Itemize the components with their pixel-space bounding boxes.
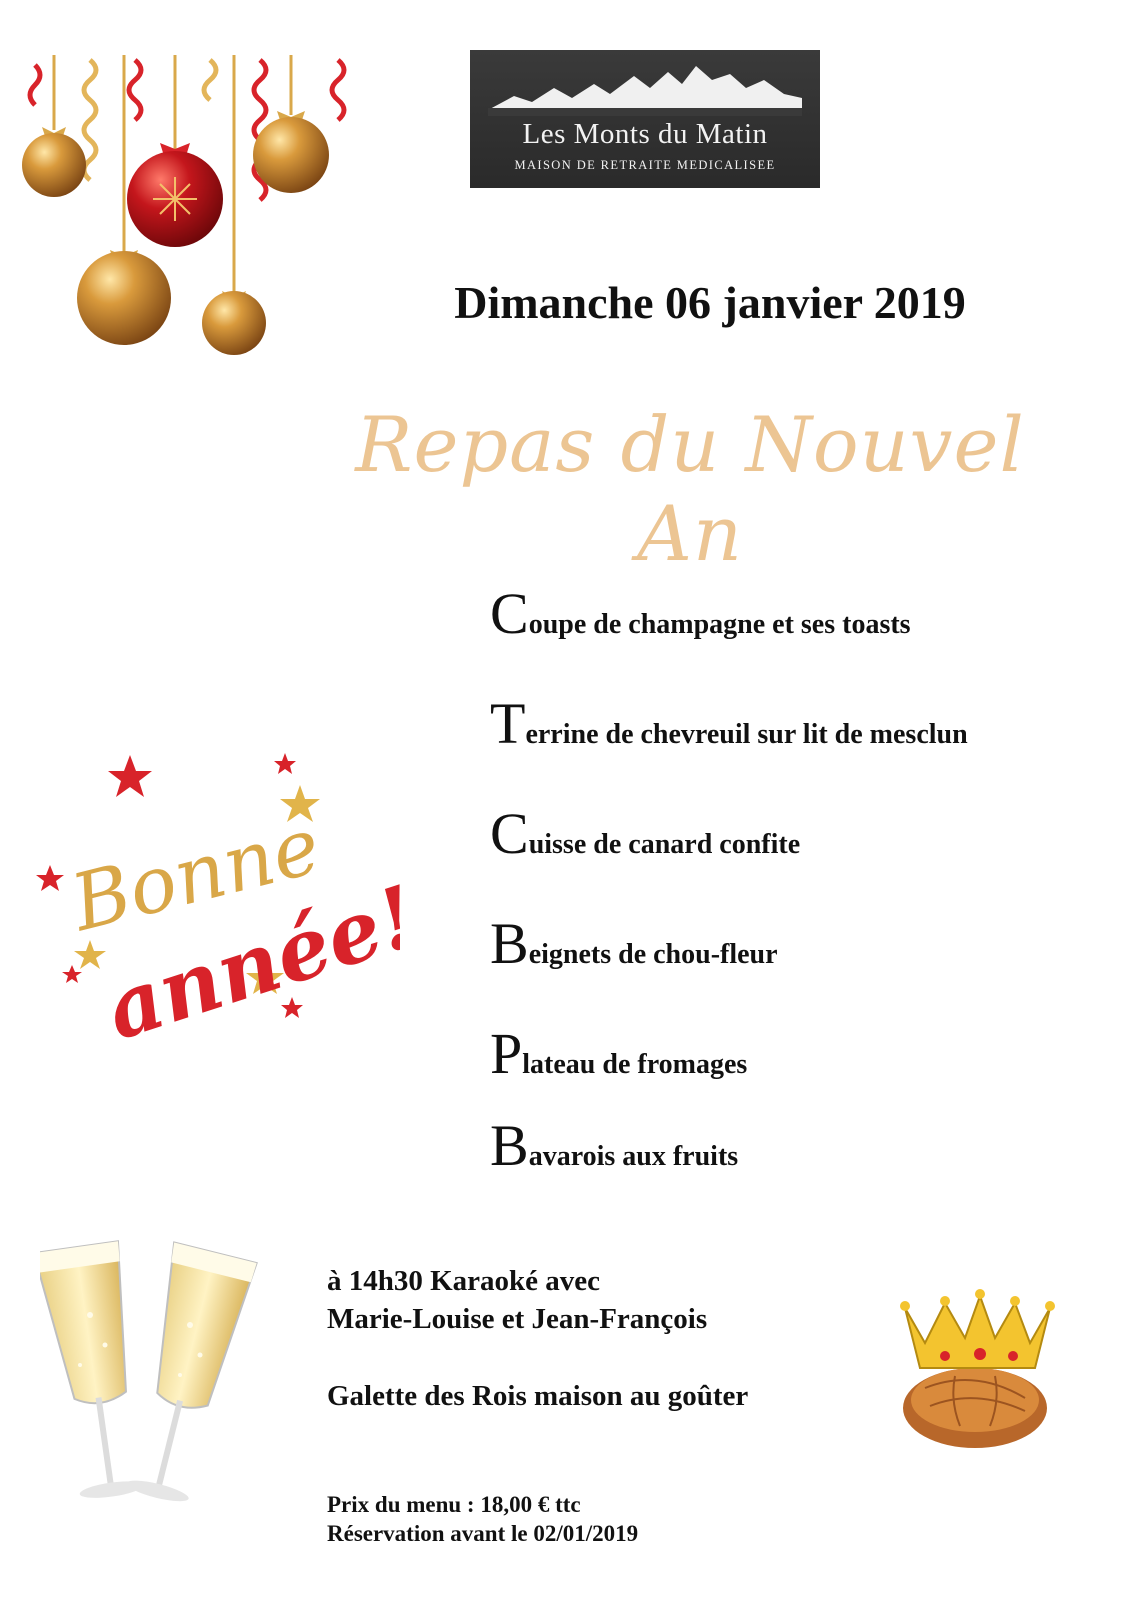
logo-subtitle: MAISON DE RETRAITE MEDICALISEE	[514, 158, 776, 172]
christmas-ornaments-illustration	[22, 55, 347, 355]
mountain-icon	[488, 66, 802, 116]
event-date: Dimanche 06 janvier 2019	[454, 277, 966, 328]
menu-item-initial: C	[490, 581, 529, 646]
menu-item-initial: P	[490, 1021, 523, 1086]
menu-item: Plateau de fromages	[490, 1020, 747, 1087]
footer-info: Prix du menu : 18,00 € ttc Réservation a…	[327, 1490, 638, 1548]
menu-item: Coupe de champagne et ses toasts	[490, 580, 911, 647]
menu-item-text: errine de chevreuil sur lit de mesclun	[525, 719, 968, 750]
menu-item-initial: B	[490, 1113, 529, 1178]
greeting-illustration: Bonne année!	[36, 753, 400, 1045]
menu-item-text: lateau de fromages	[522, 1049, 748, 1080]
menu-title: Repas du Nouvel An	[355, 400, 1025, 578]
menu-item-text: uisse de canard confite	[528, 829, 801, 860]
menu-item: Cuisse de canard confite	[490, 800, 800, 867]
galette-note: Galette des Rois maison au goûter	[327, 1380, 749, 1412]
menu-item-text: oupe de champagne et ses toasts	[528, 609, 911, 640]
menu-item-initial: C	[490, 801, 529, 866]
activity-info: à 14h30 Karaoké avec Marie-Louise et Jea…	[327, 1262, 707, 1338]
menu-item-initial: T	[490, 691, 526, 756]
reservation-deadline: Réservation avant le 02/01/2019	[327, 1521, 639, 1546]
menu-price: Prix du menu : 18,00 € ttc	[327, 1492, 581, 1517]
logo-name: Les Monts du Matin	[522, 118, 768, 150]
menu-item-initial: B	[490, 911, 529, 976]
activity-line1: à 14h30 Karaoké avec	[327, 1265, 601, 1297]
menu-item: Bavarois aux fruits	[490, 1112, 738, 1179]
menu-item-text: eignets de chou-fleur	[528, 939, 778, 970]
menu-item-text: avarois aux fruits	[528, 1141, 739, 1172]
logo: Les Monts du Matin MAISON DE RETRAITE ME…	[470, 50, 820, 188]
menu-item: Beignets de chou-fleur	[490, 910, 778, 977]
menu-item: Terrine de chevreuil sur lit de mesclun	[490, 690, 968, 757]
champagne-glasses-illustration	[40, 1240, 258, 1502]
activity-line2: Marie-Louise et Jean-François	[327, 1303, 708, 1335]
crown-galette-illustration	[900, 1289, 1055, 1448]
